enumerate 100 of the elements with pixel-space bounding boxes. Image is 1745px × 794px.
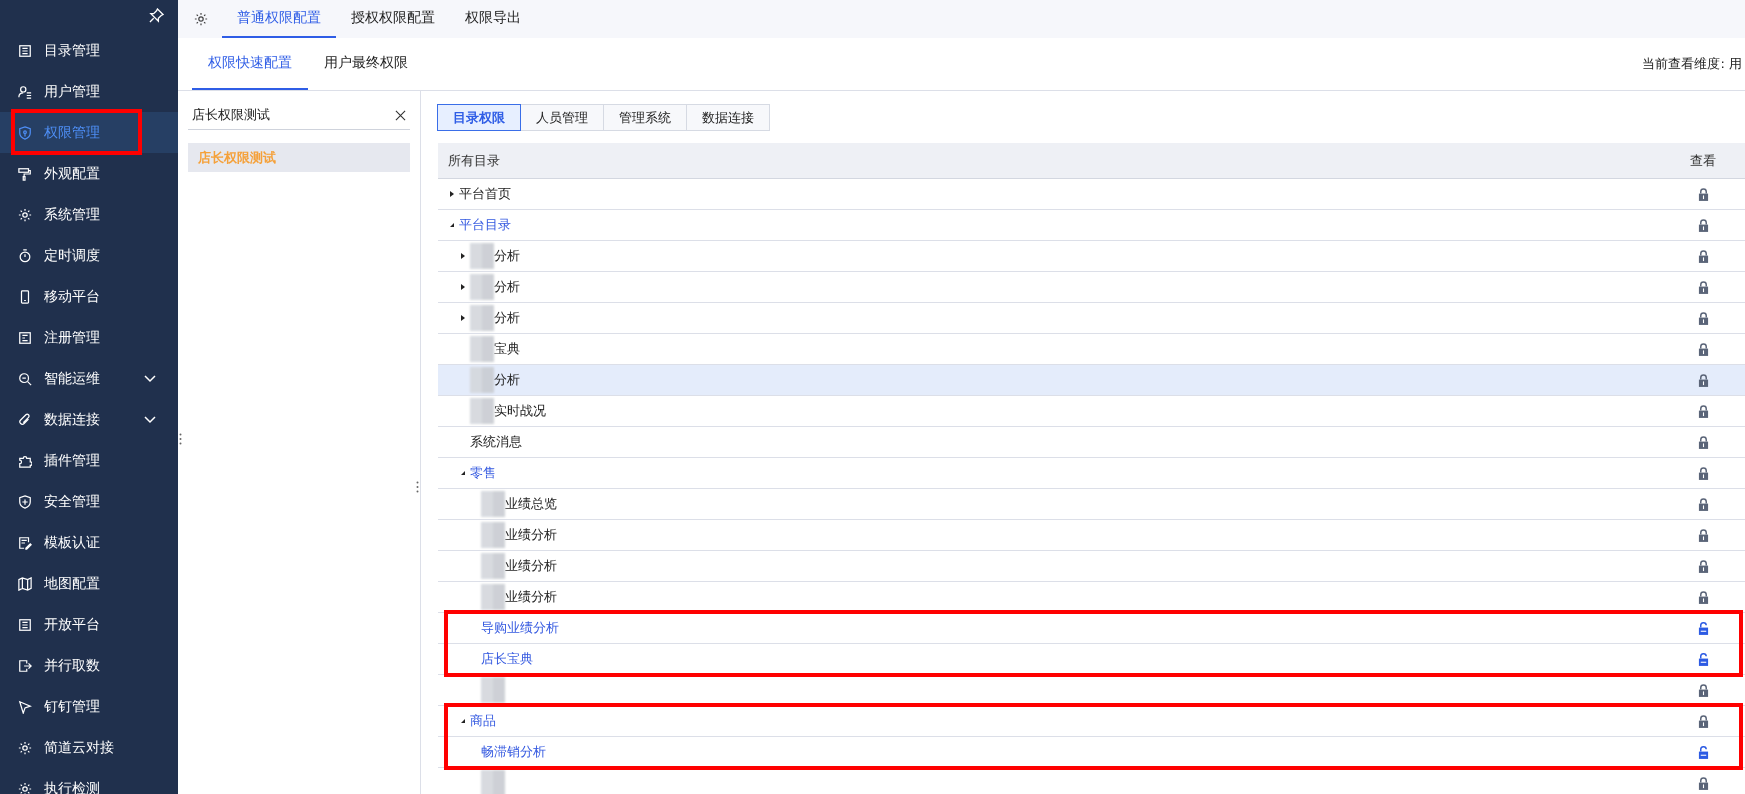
lock-icon[interactable] <box>1697 559 1709 573</box>
lock-icon[interactable] <box>1697 528 1709 542</box>
stopwatch-icon <box>18 248 32 263</box>
sidebar-item[interactable]: 模板认证 <box>0 522 178 563</box>
lock-icon[interactable] <box>1697 311 1709 325</box>
sidebar-item[interactable]: 执行检测 <box>0 768 178 794</box>
tab[interactable]: 数据连接 <box>686 104 770 131</box>
caret-right-icon[interactable] <box>459 283 467 291</box>
tree-row[interactable]: 业绩分析 <box>438 582 1745 613</box>
lock-icon[interactable] <box>1697 373 1709 387</box>
tree-item-label[interactable]: 业绩分析 <box>505 526 557 544</box>
sidebar-item[interactable]: 数据连接 <box>0 399 178 440</box>
lock-icon[interactable] <box>1697 280 1709 294</box>
tree-item-label[interactable]: 实时战况 <box>494 402 546 420</box>
lock-icon[interactable] <box>1697 497 1709 511</box>
settings-icon[interactable] <box>194 12 208 26</box>
tree-row[interactable]: 店长宝典 <box>438 644 1745 675</box>
sidebar-item[interactable]: 简道云对接 <box>0 727 178 768</box>
tree-row[interactable]: 分析 <box>438 303 1745 334</box>
tree-item-label[interactable]: 畅滞销分析 <box>481 743 546 761</box>
lock-icon[interactable] <box>1697 776 1709 790</box>
caret-down-icon[interactable] <box>448 221 456 229</box>
drag-handle-icon[interactable] <box>179 433 182 445</box>
tree-row[interactable]: 业绩分析 <box>438 520 1745 551</box>
sidebar-item[interactable]: 地图配置 <box>0 563 178 604</box>
sidebar-item[interactable]: 系统管理 <box>0 194 178 235</box>
sidebar-item[interactable]: 定时调度 <box>0 235 178 276</box>
caret-right-icon[interactable] <box>459 314 467 322</box>
tab[interactable]: 人员管理 <box>520 104 604 131</box>
caret-right-icon[interactable] <box>459 252 467 260</box>
sidebar-item[interactable]: 移动平台 <box>0 276 178 317</box>
tree-row[interactable]: 平台目录 <box>438 210 1745 241</box>
list-icon <box>18 617 32 632</box>
caret-right-icon[interactable] <box>448 190 456 198</box>
sidebar-item[interactable]: 开放平台 <box>0 604 178 645</box>
tree-row[interactable]: 分析 <box>438 272 1745 303</box>
tree-row[interactable]: 平台首页 <box>438 179 1745 210</box>
search-field[interactable]: 店长权限测试 <box>188 102 395 128</box>
tab[interactable]: 授权权限配置 <box>336 0 450 38</box>
tree-item-label[interactable]: 平台首页 <box>459 185 511 203</box>
lock-icon[interactable] <box>1697 404 1709 418</box>
tree-row[interactable]: 实时战况 <box>438 396 1745 427</box>
drag-handle-icon[interactable] <box>416 481 419 493</box>
puzzle-icon <box>18 453 32 468</box>
unlock-icon[interactable] <box>1697 621 1709 635</box>
lock-icon[interactable] <box>1697 466 1709 480</box>
lock-icon[interactable] <box>1697 187 1709 201</box>
sidebar-item[interactable]: 目录管理 <box>0 30 178 71</box>
tree-item-label[interactable]: 分析 <box>494 309 520 327</box>
lock-icon[interactable] <box>1697 435 1709 449</box>
unlock-icon[interactable] <box>1697 652 1709 666</box>
tree-item-label[interactable]: 宝典 <box>494 340 520 358</box>
tree-item-label[interactable]: 商品 <box>470 712 496 730</box>
sidebar-item[interactable]: 钉钉管理 <box>0 686 178 727</box>
tree-row[interactable] <box>438 675 1745 706</box>
sidebar-item[interactable]: 并行取数 <box>0 645 178 686</box>
tree-item-label[interactable]: 业绩分析 <box>505 557 557 575</box>
tree-item-label[interactable]: 店长宝典 <box>481 650 533 668</box>
tab[interactable]: 权限导出 <box>450 0 536 38</box>
tree-item-label[interactable]: 平台目录 <box>459 216 511 234</box>
tree-item-label[interactable]: 系统消息 <box>470 433 522 451</box>
tree-row[interactable]: 分析 <box>438 241 1745 272</box>
sidebar-item[interactable]: 安全管理 <box>0 481 178 522</box>
sidebar-item[interactable]: 外观配置 <box>0 153 178 194</box>
pin-icon[interactable] <box>149 7 164 23</box>
tab[interactable]: 普通权限配置 <box>222 0 336 38</box>
lock-icon[interactable] <box>1697 683 1709 697</box>
sidebar-item[interactable]: 智能运维 <box>0 358 178 399</box>
tree-item-label[interactable]: 零售 <box>470 464 496 482</box>
tree-item-label[interactable]: 业绩总览 <box>505 495 557 513</box>
tab[interactable]: 权限快速配置 <box>192 38 308 90</box>
tree-row[interactable]: 商品 <box>438 706 1745 737</box>
lock-icon[interactable] <box>1697 342 1709 356</box>
tree-item-label[interactable]: 业绩分析 <box>505 588 557 606</box>
tree-row[interactable]: 分析 <box>438 365 1745 396</box>
tab[interactable]: 管理系统 <box>603 104 687 131</box>
tree-row[interactable]: 业绩分析 <box>438 551 1745 582</box>
tree-item-label[interactable]: 分析 <box>494 278 520 296</box>
tree-item-label[interactable]: 分析 <box>494 371 520 389</box>
lock-icon[interactable] <box>1697 714 1709 728</box>
lock-icon[interactable] <box>1697 249 1709 263</box>
caret-down-icon[interactable] <box>459 717 467 725</box>
tree-row[interactable]: 畅滞销分析 <box>438 737 1745 768</box>
tree-row[interactable]: 零售 <box>438 458 1745 489</box>
tab[interactable]: 用户最终权限 <box>308 38 424 90</box>
unlock-icon[interactable] <box>1697 745 1709 759</box>
exit-icon <box>18 658 32 673</box>
tab[interactable]: 目录权限 <box>437 104 521 131</box>
tree-row[interactable]: 系统消息 <box>438 427 1745 458</box>
tree-item-label[interactable]: 导购业绩分析 <box>481 619 559 637</box>
sidebar-item[interactable]: 注册管理 <box>0 317 178 358</box>
tree-row[interactable]: 导购业绩分析 <box>438 613 1745 644</box>
close-icon[interactable] <box>395 109 406 121</box>
caret-down-icon[interactable] <box>459 469 467 477</box>
sidebar-item[interactable]: 用户管理 <box>0 71 178 112</box>
tree-row[interactable]: 业绩总览 <box>438 489 1745 520</box>
lock-icon[interactable] <box>1697 590 1709 604</box>
tree-item-label[interactable]: 分析 <box>494 247 520 265</box>
lock-icon[interactable] <box>1697 218 1709 232</box>
sidebar-item[interactable]: 插件管理 <box>0 440 178 481</box>
